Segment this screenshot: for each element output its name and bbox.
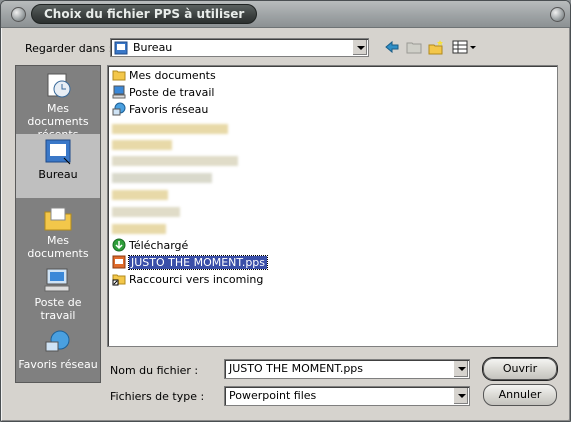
download-icon — [112, 238, 126, 252]
filename-label: Nom du fichier : — [110, 364, 199, 377]
title-bar[interactable]: Choix du fichier PPS à utiliser — [1, 1, 570, 28]
place-my-documents[interactable]: Mes documents — [16, 200, 100, 264]
filename-input[interactable]: JUSTO THE MOMENT.pps — [224, 359, 470, 379]
chevron-down-icon[interactable] — [453, 361, 468, 377]
my-documents-icon — [44, 207, 72, 231]
place-my-computer[interactable]: Poste de travail — [16, 262, 100, 326]
place-desktop[interactable]: Bureau — [16, 134, 100, 198]
filename-value: JUSTO THE MOMENT.pps — [229, 362, 364, 375]
list-item-selected[interactable]: JUSTO THE MOMENT.pps — [112, 255, 269, 271]
chevron-down-icon[interactable] — [352, 40, 367, 55]
place-recent-documents[interactable]: Mes documents récents — [16, 68, 100, 141]
filetype-value: Powerpoint files — [229, 389, 317, 402]
open-button[interactable]: Ouvrir — [483, 358, 557, 380]
computer-icon — [112, 85, 126, 99]
place-label: Favoris réseau — [18, 358, 98, 371]
file-list[interactable]: Mes documents Poste de travail Favoris r… — [107, 65, 558, 347]
places-bar: Mes documents récents Bureau Mes documen… — [15, 65, 101, 383]
file-open-dialog: Choix du fichier PPS à utiliser Regarder… — [0, 0, 571, 422]
pps-file-icon — [112, 255, 126, 269]
list-item[interactable]: Raccourci vers incoming — [112, 272, 263, 288]
lookin-label: Regarder dans : — [25, 42, 113, 55]
network-icon — [45, 330, 70, 352]
lookin-value: Bureau — [133, 41, 173, 54]
back-arrow-icon[interactable] — [384, 39, 400, 55]
list-item[interactable]: Téléchargé — [112, 238, 188, 254]
lookin-dropdown[interactable]: Bureau — [110, 38, 369, 57]
up-folder-icon[interactable] — [406, 39, 422, 55]
new-folder-icon[interactable] — [428, 39, 444, 55]
place-label: Bureau — [38, 168, 78, 181]
place-network[interactable]: Favoris réseau — [16, 324, 100, 388]
view-menu-icon[interactable] — [452, 39, 478, 55]
place-label: Mes documents — [27, 234, 89, 260]
list-item[interactable]: Poste de travail — [112, 85, 214, 101]
window-title: Choix du fichier PPS à utiliser — [31, 4, 258, 24]
recent-documents-icon — [47, 73, 71, 98]
desktop-icon — [114, 41, 128, 55]
shortcut-folder-icon — [112, 274, 126, 286]
close-icon[interactable] — [550, 7, 565, 22]
cancel-button[interactable]: Annuler — [483, 384, 557, 406]
desktop-icon — [45, 139, 71, 165]
filetype-label: Fichiers de type : — [110, 390, 205, 403]
chevron-down-icon[interactable] — [453, 388, 468, 404]
filetype-dropdown[interactable]: Powerpoint files — [224, 386, 470, 406]
documents-folder-icon — [112, 70, 126, 81]
list-item[interactable]: Favoris réseau — [112, 102, 208, 118]
network-icon — [112, 102, 126, 116]
window-menu-icon[interactable] — [11, 7, 26, 22]
list-item[interactable]: Mes documents — [112, 68, 216, 84]
place-label: Poste de travail — [34, 296, 82, 322]
computer-icon — [44, 268, 70, 292]
